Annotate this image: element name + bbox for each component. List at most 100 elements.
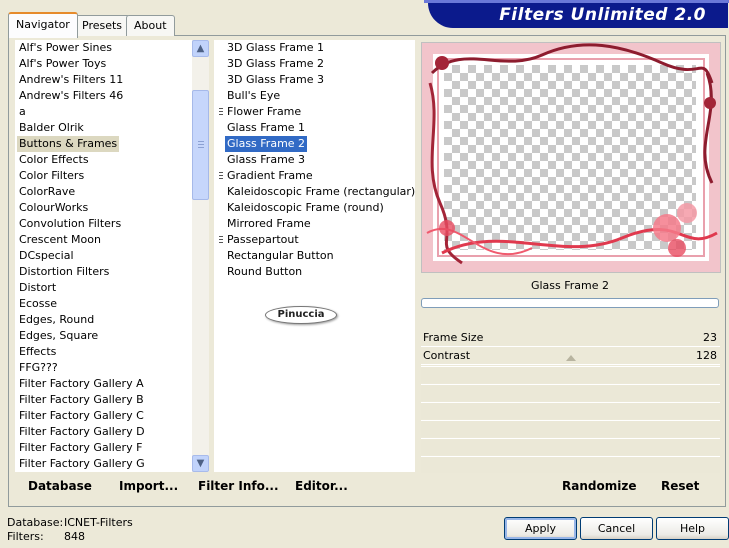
filter-item-label: 3D Glass Frame 3 [227, 73, 325, 86]
selected-filter-name: Glass Frame 2 [530, 279, 610, 292]
filter-item[interactable]: Flower Frame [219, 104, 303, 120]
filter-item-label: Kaleidoscopic Frame (round) [227, 201, 384, 214]
category-item[interactable]: Distortion Filters [17, 264, 111, 280]
param-frame-size[interactable]: Frame Size 23 [421, 329, 720, 347]
filter-item-label: Flower Frame [227, 105, 302, 118]
category-item[interactable]: Ecosse [17, 296, 59, 312]
filter-item[interactable]: 3D Glass Frame 3 [225, 72, 326, 88]
category-item[interactable]: FFG??? [17, 360, 60, 376]
category-list[interactable]: Alf's Power Sines Alf's Power Toys Andrew'… [15, 40, 192, 472]
randomize-button[interactable]: Randomize [562, 475, 636, 497]
category-item[interactable]: Edges, Round [17, 312, 96, 328]
editor-button[interactable]: Editor... [295, 475, 348, 497]
filter-item-label: 3D Glass Frame 1 [227, 41, 325, 54]
scrollbar-thumb[interactable] [192, 90, 209, 200]
filter-item[interactable]: Rectangular Button [225, 248, 336, 264]
category-item[interactable]: Filter Factory Gallery F [17, 440, 144, 456]
category-item[interactable]: Filter Factory Gallery B [17, 392, 146, 408]
category-item[interactable]: Alf's Power Sines [17, 40, 114, 56]
category-item[interactable]: Buttons & Frames [17, 136, 120, 152]
category-item[interactable]: ColourWorks [17, 200, 90, 216]
param-value: 128 [696, 349, 717, 362]
category-item[interactable]: a [17, 104, 28, 120]
category-item[interactable]: Color Filters [17, 168, 86, 184]
category-item[interactable]: Crescent Moon [17, 232, 103, 248]
filter-item-label: Mirrored Frame [227, 217, 311, 230]
filter-item[interactable]: Glass Frame 1 [225, 120, 307, 136]
filter-item[interactable]: Kaleidoscopic Frame (rectangular) [225, 184, 417, 200]
status-filters-label: Filters: [7, 530, 44, 543]
tab-navigator[interactable]: Navigator [8, 12, 78, 38]
category-item[interactable]: Convolution Filters [17, 216, 123, 232]
empty-param-row [421, 384, 720, 401]
filter-item-label: Bull's Eye [227, 89, 281, 102]
category-item[interactable]: Edges, Square [17, 328, 100, 344]
apply-button[interactable]: Apply [504, 517, 577, 540]
filter-item-label: Passepartout [227, 233, 299, 246]
category-item[interactable]: DCspecial [17, 248, 76, 264]
filter-item-label: Rectangular Button [227, 249, 334, 262]
filter-item-label: 3D Glass Frame 2 [227, 57, 325, 70]
filter-item[interactable]: 3D Glass Frame 1 [225, 40, 326, 56]
grip-line [198, 144, 204, 145]
empty-param-row [421, 402, 720, 419]
filter-item-label: Glass Frame 2 [227, 137, 306, 150]
status-db-value: ICNET-Filters [64, 516, 133, 529]
category-item[interactable]: Balder Olrik [17, 120, 86, 136]
empty-param-row [421, 456, 720, 473]
category-item[interactable]: Filter Factory Gallery G [17, 456, 147, 472]
tab-about[interactable]: About [126, 15, 175, 36]
filter-item[interactable]: Glass Frame 3 [225, 152, 307, 168]
scroll-down-button[interactable]: ▼ [192, 455, 209, 472]
category-item[interactable]: Alf's Power Toys [17, 56, 108, 72]
filter-item-label: Glass Frame 3 [227, 153, 306, 166]
filter-item[interactable]: Glass Frame 2 [223, 135, 309, 153]
filter-item[interactable]: Gradient Frame [219, 168, 315, 184]
empty-param-row [421, 438, 720, 455]
preview-area [421, 42, 721, 273]
status-db-label: Database: [7, 516, 64, 529]
category-item[interactable]: Filter Factory Gallery C [17, 408, 146, 424]
filter-list[interactable]: 3D Glass Frame 1 3D Glass Frame 2 3D Glass… [214, 40, 415, 472]
filter-item-label: Round Button [227, 265, 303, 278]
filter-item[interactable]: Round Button [225, 264, 304, 280]
category-item[interactable]: Distort [17, 280, 58, 296]
filter-info-button[interactable]: Filter Info... [198, 475, 279, 497]
chevron-down-icon: ▼ [196, 458, 205, 469]
app-banner-title: Filters Unlimited 2.0 [428, 3, 728, 28]
param-label: Frame Size [423, 331, 484, 344]
filter-item[interactable]: Passepartout [219, 232, 301, 248]
has-presets-marker [219, 108, 223, 116]
slider-pointer[interactable] [566, 355, 576, 361]
chevron-up-icon: ▲ [196, 43, 205, 54]
cancel-button[interactable]: Cancel [580, 517, 653, 540]
tab-presets[interactable]: Presets [74, 15, 131, 36]
empty-param-row [421, 366, 720, 383]
filter-item[interactable]: Mirrored Frame [225, 216, 313, 232]
status-filters-value: 848 [64, 530, 85, 543]
filter-item[interactable]: Bull's Eye [225, 88, 282, 104]
param-value: 23 [703, 331, 717, 344]
param-label: Contrast [423, 349, 471, 362]
category-item[interactable]: Color Effects [17, 152, 91, 168]
category-item[interactable]: Filter Factory Gallery A [17, 376, 146, 392]
reset-button[interactable]: Reset [661, 475, 699, 497]
category-item[interactable]: ColorRave [17, 184, 77, 200]
grip-line [198, 147, 204, 148]
category-item[interactable]: Andrew's Filters 11 [17, 72, 125, 88]
category-item[interactable]: Andrew's Filters 46 [17, 88, 125, 104]
scroll-up-button[interactable]: ▲ [192, 40, 209, 57]
pinuccia-watermark: Pinuccia [265, 306, 337, 324]
grip-line [198, 141, 204, 142]
help-button[interactable]: Help [656, 517, 729, 540]
import-button[interactable]: Import... [119, 475, 178, 497]
filter-item-label: Kaleidoscopic Frame (rectangular) [227, 185, 416, 198]
category-item[interactable]: Effects [17, 344, 58, 360]
filter-item[interactable]: Kaleidoscopic Frame (round) [225, 200, 386, 216]
has-presets-marker [219, 172, 223, 180]
database-button[interactable]: Database [28, 475, 92, 497]
filter-item-label: Gradient Frame [227, 169, 313, 182]
filter-item-label: Glass Frame 1 [227, 121, 306, 134]
category-item[interactable]: Filter Factory Gallery D [17, 424, 147, 440]
filter-item[interactable]: 3D Glass Frame 2 [225, 56, 326, 72]
